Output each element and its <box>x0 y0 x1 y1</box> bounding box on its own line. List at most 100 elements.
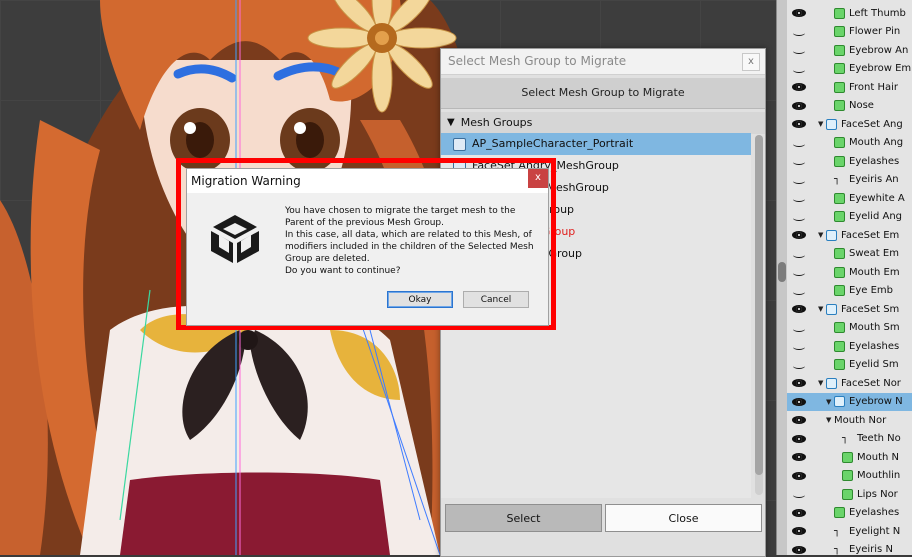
hierarchy-item-label: Mouthlin <box>857 470 901 482</box>
expand-arrow-icon[interactable]: ▼ <box>818 379 826 387</box>
eye-hidden-icon[interactable] <box>792 64 806 74</box>
hierarchy-item[interactable]: Eyelashes <box>787 152 912 171</box>
hierarchy-item[interactable]: Eyelashes <box>787 504 912 523</box>
eye-hidden-icon[interactable] <box>792 193 806 203</box>
bone-icon <box>834 174 845 185</box>
migration-warning-dialog: Migration Warning x You have chosen to m… <box>186 168 549 326</box>
hierarchy-item[interactable]: ▼ FaceSet Em <box>787 226 912 245</box>
eye-visible-icon[interactable] <box>792 378 806 388</box>
mesh-group-icon <box>453 137 466 151</box>
collapse-triangle-icon[interactable]: ▼ <box>447 112 455 134</box>
hierarchy-item[interactable]: ▼ Eyebrow N <box>787 392 912 411</box>
eye-hidden-icon[interactable] <box>792 212 806 222</box>
hierarchy-item[interactable]: Eyebrow An <box>787 41 912 60</box>
hierarchy-item-label: Sweat Em <box>849 248 899 260</box>
hierarchy-item-label: Lips Nor <box>857 488 898 500</box>
eye-hidden-icon[interactable] <box>792 138 806 148</box>
mesh-icon <box>834 100 845 112</box>
mesh-group-item[interactable]: AP_SampleCharacter_Portrait <box>441 133 751 155</box>
hierarchy-item[interactable]: Mouth N <box>787 448 912 467</box>
eye-hidden-icon[interactable] <box>792 341 806 351</box>
eye-visible-icon[interactable] <box>792 101 806 111</box>
migrate-dialog-header: Select Mesh Group to Migrate <box>441 78 765 109</box>
expand-arrow-icon[interactable]: ▼ <box>818 120 826 128</box>
hierarchy-item-label: Mouth N <box>857 451 900 463</box>
eye-visible-icon[interactable] <box>792 452 806 462</box>
hierarchy-item[interactable]: Mouthlin <box>787 467 912 486</box>
hierarchy-item[interactable]: Flower Pin <box>787 23 912 42</box>
eye-visible-icon[interactable] <box>792 508 806 518</box>
hierarchy-item[interactable]: Eyeiris N <box>787 541 912 555</box>
hierarchy-item-label: FaceSet Sm <box>841 303 900 315</box>
hierarchy-item[interactable]: Eyelight N <box>787 522 912 541</box>
hierarchy-item-label: Eyelight N <box>849 525 901 537</box>
hierarchy-item[interactable]: Eye Emb <box>787 282 912 301</box>
expand-arrow-icon[interactable]: ▼ <box>826 416 834 424</box>
mesh-icon <box>834 211 845 223</box>
mesh-group-scrollbar[interactable] <box>755 135 763 495</box>
eye-visible-icon[interactable] <box>792 434 806 444</box>
eye-visible-icon[interactable] <box>792 8 806 18</box>
hierarchy-item[interactable]: Teeth No <box>787 430 912 449</box>
migrate-dialog-titlebar[interactable]: Select Mesh Group to Migrate x <box>441 49 765 75</box>
hierarchy-item-label: Mouth Ang <box>849 137 904 149</box>
hierarchy-item[interactable]: Left Thumb <box>787 4 912 23</box>
hierarchy-scroll-thumb[interactable] <box>778 262 786 282</box>
hierarchy-item[interactable]: Eyelid Ang <box>787 208 912 227</box>
eye-visible-icon[interactable] <box>792 119 806 129</box>
eye-hidden-icon[interactable] <box>792 323 806 333</box>
hierarchy-item[interactable]: ▼ Mouth Nor <box>787 411 912 430</box>
eye-visible-icon[interactable] <box>792 304 806 314</box>
hierarchy-item[interactable]: ▼ FaceSet Sm <box>787 300 912 319</box>
eye-visible-icon[interactable] <box>792 82 806 92</box>
hierarchy-item-label: Mouth Nor <box>834 414 887 426</box>
eye-hidden-icon[interactable] <box>792 267 806 277</box>
hierarchy-item[interactable]: Mouth Em <box>787 263 912 282</box>
hierarchy-item[interactable]: Mouth Ang <box>787 134 912 153</box>
hierarchy-item[interactable]: Eyewhite A <box>787 189 912 208</box>
hierarchy-item-label: FaceSet Ang <box>841 118 903 130</box>
warning-titlebar[interactable]: Migration Warning x <box>187 169 548 193</box>
eye-visible-icon[interactable] <box>792 415 806 425</box>
hierarchy-item[interactable]: Front Hair <box>787 78 912 97</box>
eye-hidden-icon[interactable] <box>792 249 806 259</box>
scrollbar-thumb[interactable] <box>755 135 763 475</box>
eye-hidden-icon[interactable] <box>792 286 806 296</box>
close-button[interactable]: Close <box>605 504 762 532</box>
select-button[interactable]: Select <box>445 504 602 532</box>
hierarchy-item[interactable]: Sweat Em <box>787 245 912 264</box>
hierarchy-item[interactable]: Mouth Sm <box>787 319 912 338</box>
migrate-dialog-close-icon[interactable]: x <box>742 53 760 71</box>
okay-button[interactable]: Okay <box>387 291 453 308</box>
hierarchy-item[interactable]: ▼ FaceSet Ang <box>787 115 912 134</box>
cancel-button[interactable]: Cancel <box>463 291 529 308</box>
eye-visible-icon[interactable] <box>792 397 806 407</box>
eye-visible-icon[interactable] <box>792 230 806 240</box>
hierarchy-scrollbar[interactable] <box>777 0 787 555</box>
eye-hidden-icon[interactable] <box>792 45 806 55</box>
hierarchy-item-label: Mouth Em <box>849 266 900 278</box>
expand-arrow-icon[interactable]: ▼ <box>818 305 826 313</box>
hierarchy-item[interactable]: ▼ FaceSet Nor <box>787 374 912 393</box>
hierarchy-item[interactable]: Eyelid Sm <box>787 356 912 375</box>
hierarchy-item[interactable]: Lips Nor <box>787 485 912 504</box>
hierarchy-item-label: Flower Pin <box>849 26 901 38</box>
mesh-icon <box>834 285 845 297</box>
mesh-group-label: AP_SampleCharacter_Portrait <box>472 137 634 150</box>
eye-hidden-icon[interactable] <box>792 489 806 499</box>
eye-visible-icon[interactable] <box>792 471 806 481</box>
hierarchy-item[interactable]: Eyebrow Em <box>787 60 912 79</box>
expand-arrow-icon[interactable]: ▼ <box>818 231 826 239</box>
expand-arrow-icon[interactable]: ▼ <box>826 398 834 406</box>
eye-hidden-icon[interactable] <box>792 156 806 166</box>
mesh-groups-header[interactable]: ▼ Mesh Groups <box>441 112 765 134</box>
eye-hidden-icon[interactable] <box>792 175 806 185</box>
eye-hidden-icon[interactable] <box>792 360 806 370</box>
warning-close-icon[interactable]: x <box>528 169 548 188</box>
hierarchy-item[interactable]: Nose <box>787 97 912 116</box>
hierarchy-item[interactable]: Eyeiris An <box>787 171 912 190</box>
hierarchy-item[interactable]: Eyelashes <box>787 337 912 356</box>
eye-visible-icon[interactable] <box>792 545 806 555</box>
eye-hidden-icon[interactable] <box>792 27 806 37</box>
eye-visible-icon[interactable] <box>792 526 806 536</box>
